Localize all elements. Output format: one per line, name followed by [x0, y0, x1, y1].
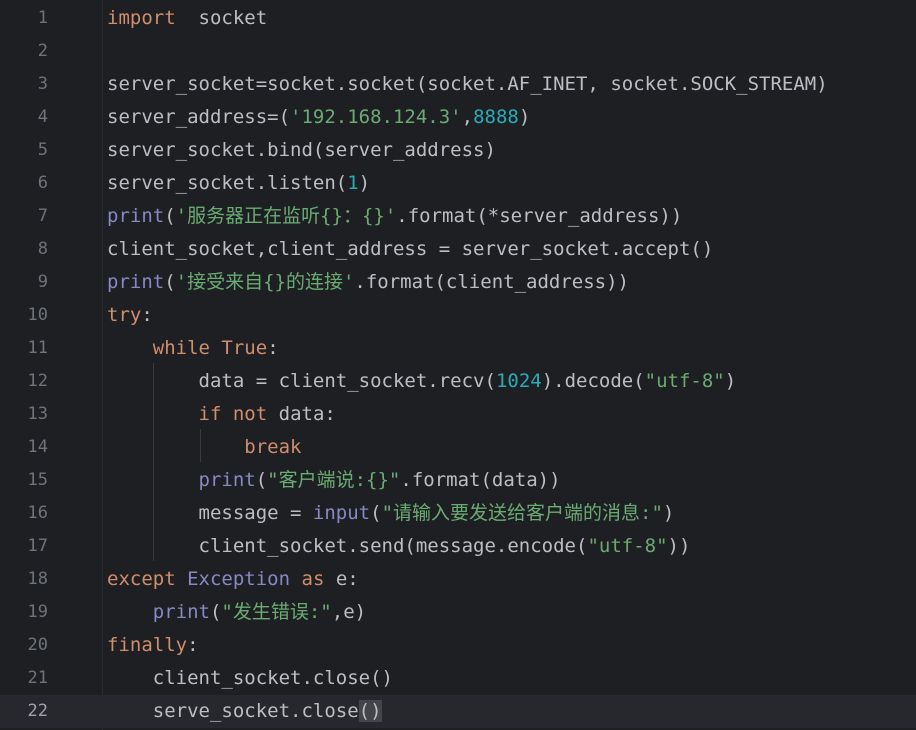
line-number: 17 [27, 536, 48, 556]
line-number: 2 [37, 41, 48, 61]
line-number: 16 [27, 503, 48, 523]
line-number: 6 [37, 173, 48, 193]
code-line[interactable]: 22 serve_socket.close() [0, 695, 916, 728]
line-number: 20 [27, 635, 48, 655]
code-line[interactable]: 16 message = input("请输入要发送给客户端的消息:") [0, 497, 916, 530]
code-text[interactable]: if not data: [107, 398, 336, 431]
code-text[interactable]: print('服务器正在监听{}：{}'.format(*server_addr… [107, 200, 682, 233]
line-number: 19 [27, 602, 48, 622]
code-line[interactable]: 2 [0, 35, 916, 68]
line-number: 10 [27, 305, 48, 325]
code-text[interactable]: import socket [107, 2, 267, 35]
line-number: 3 [37, 74, 48, 94]
code-text[interactable]: except Exception as e: [107, 563, 359, 596]
code-text[interactable]: serve_socket.close() [107, 695, 382, 728]
code-line[interactable]: 5 server_socket.bind(server_address) [0, 134, 916, 167]
code-line[interactable]: 21 client_socket.close() [0, 662, 916, 695]
code-line[interactable]: 9 print('接受来自{}的连接'.format(client_address… [0, 266, 916, 299]
code-text[interactable]: message = input("请输入要发送给客户端的消息:") [107, 497, 675, 530]
code-line[interactable]: 6 server_socket.listen(1) [0, 167, 916, 200]
code-line[interactable]: 14 break [0, 431, 916, 464]
line-number: 21 [27, 668, 48, 688]
line-number: 13 [27, 404, 48, 424]
code-text[interactable]: server_socket.listen(1) [107, 167, 370, 200]
code-text[interactable]: try: [107, 299, 153, 332]
code-text[interactable]: client_socket,client_address = server_so… [107, 233, 713, 266]
code-line[interactable]: 12 data = client_socket.recv(1024).decod… [0, 365, 916, 398]
code-text[interactable]: client_socket.send(message.encode("utf-8… [107, 530, 691, 563]
code-text[interactable]: client_socket.close() [107, 662, 393, 695]
code-text[interactable]: finally: [107, 629, 199, 662]
line-number: 7 [37, 206, 48, 226]
code-text[interactable]: print("发生错误:",e) [107, 596, 366, 629]
code-line[interactable]: 20 finally: [0, 629, 916, 662]
code-text[interactable]: server_address=('192.168.124.3',8888) [107, 101, 530, 134]
line-number: 11 [27, 338, 48, 358]
code-line[interactable]: 7 print('服务器正在监听{}：{}'.format(*server_add… [0, 200, 916, 233]
line-number: 12 [27, 371, 48, 391]
code-line[interactable]: 18 except Exception as e: [0, 563, 916, 596]
line-number: 1 [37, 8, 48, 28]
line-number: 5 [37, 140, 48, 160]
code-line[interactable]: 3 server_socket=socket.socket(socket.AF_I… [0, 68, 916, 101]
code-line[interactable]: 15 print("客户端说:{}".format(data)) [0, 464, 916, 497]
code-text[interactable]: while True: [107, 332, 279, 365]
code-editor[interactable]: 1 import socket 2 3 server_socket=socket.soc… [0, 0, 916, 730]
code-line[interactable]: 17 client_socket.send(message.encode("ut… [0, 530, 916, 563]
code-text[interactable]: print("客户端说:{}".format(data)) [107, 464, 561, 497]
line-number: 9 [37, 272, 48, 292]
line-number: 4 [37, 107, 48, 127]
code-line[interactable]: 13 if not data: [0, 398, 916, 431]
code-line[interactable]: 11 while True: [0, 332, 916, 365]
code-text[interactable]: server_socket=socket.socket(socket.AF_IN… [107, 68, 828, 101]
line-number: 22 [27, 701, 48, 721]
line-number: 18 [27, 569, 48, 589]
code-line[interactable]: 19 print("发生错误:",e) [0, 596, 916, 629]
code-line[interactable]: 8 client_socket,client_address = server_s… [0, 233, 916, 266]
line-number: 14 [27, 437, 48, 457]
code-line[interactable]: 10 try: [0, 299, 916, 332]
code-text[interactable]: data = client_socket.recv(1024).decode("… [107, 365, 737, 398]
code-line[interactable]: 1 import socket [0, 2, 916, 35]
code-line[interactable]: 4 server_address=('192.168.124.3',8888) [0, 101, 916, 134]
indent-guide-if [200, 429, 201, 462]
indent-guide-while [153, 363, 154, 561]
code-text[interactable]: print('接受来自{}的连接'.format(client_address)… [107, 266, 629, 299]
code-text[interactable]: server_socket.bind(server_address) [107, 134, 496, 167]
line-number: 8 [37, 239, 48, 259]
code-text[interactable]: break [107, 431, 301, 464]
line-number: 15 [27, 470, 48, 490]
